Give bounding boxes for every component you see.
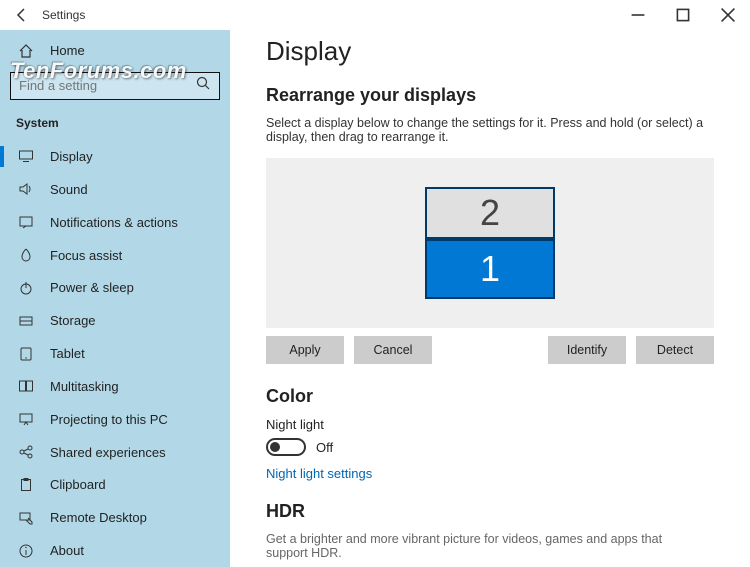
night-light-toggle[interactable] xyxy=(266,438,306,456)
about-icon xyxy=(16,543,36,559)
remote-icon xyxy=(16,510,36,526)
night-light-settings-link[interactable]: Night light settings xyxy=(266,466,714,481)
search-icon xyxy=(195,75,211,96)
rearrange-desc: Select a display below to change the set… xyxy=(266,116,714,144)
sound-icon xyxy=(16,181,36,197)
notifications-icon xyxy=(16,214,36,230)
window-title: Settings xyxy=(42,8,85,22)
nav-power[interactable]: Power & sleep xyxy=(0,271,230,304)
nav-projecting[interactable]: Projecting to this PC xyxy=(0,403,230,436)
hdr-heading: HDR xyxy=(266,501,714,522)
nav-label: Power & sleep xyxy=(50,280,134,295)
home-label: Home xyxy=(50,43,85,58)
nav-label: Sound xyxy=(50,182,88,197)
detect-button[interactable]: Detect xyxy=(636,336,714,364)
identify-button[interactable]: Identify xyxy=(548,336,626,364)
nav-label: Shared experiences xyxy=(50,445,166,460)
home-icon xyxy=(16,43,36,59)
nav-label: Multitasking xyxy=(50,379,119,394)
nav-tablet[interactable]: Tablet xyxy=(0,337,230,370)
nav-focus[interactable]: Focus assist xyxy=(0,239,230,272)
close-button[interactable] xyxy=(705,0,750,30)
cancel-button[interactable]: Cancel xyxy=(354,336,432,364)
nav-label: Notifications & actions xyxy=(50,215,178,230)
nav-display[interactable]: Display xyxy=(0,140,230,173)
clipboard-icon xyxy=(16,477,36,493)
nav-label: Clipboard xyxy=(50,477,106,492)
search-input[interactable] xyxy=(19,78,195,93)
apply-button[interactable]: Apply xyxy=(266,336,344,364)
maximize-button[interactable] xyxy=(660,0,705,30)
nav-label: Display xyxy=(50,149,93,164)
search-box[interactable] xyxy=(10,72,220,100)
nav-label: Tablet xyxy=(50,346,85,361)
multitasking-icon xyxy=(16,378,36,394)
tablet-icon xyxy=(16,346,36,362)
night-light-state: Off xyxy=(316,440,333,455)
power-icon xyxy=(16,280,36,296)
rearrange-heading: Rearrange your displays xyxy=(266,85,714,106)
content-area: Display Rearrange your displays Select a… xyxy=(230,30,750,567)
nav-clipboard[interactable]: Clipboard xyxy=(0,469,230,502)
nav-notifications[interactable]: Notifications & actions xyxy=(0,206,230,239)
nav-remote[interactable]: Remote Desktop xyxy=(0,501,230,534)
nav-label: About xyxy=(50,543,84,558)
storage-icon xyxy=(16,313,36,329)
nav-label: Storage xyxy=(50,313,96,328)
nav-shared[interactable]: Shared experiences xyxy=(0,436,230,469)
nav-multitasking[interactable]: Multitasking xyxy=(0,370,230,403)
sidebar: Home System Display Sound Notifications … xyxy=(0,30,230,567)
nav-label: Remote Desktop xyxy=(50,510,147,525)
category-heading: System xyxy=(0,110,230,140)
hdr-desc: Get a brighter and more vibrant picture … xyxy=(266,532,666,560)
monitor-1[interactable]: 1 xyxy=(425,239,555,299)
projecting-icon xyxy=(16,411,36,427)
home-link[interactable]: Home xyxy=(0,34,230,68)
display-icon xyxy=(16,148,36,164)
nav-storage[interactable]: Storage xyxy=(0,304,230,337)
titlebar: Settings xyxy=(0,0,750,30)
night-light-label: Night light xyxy=(266,417,714,432)
back-button[interactable] xyxy=(10,3,34,27)
display-arrangement-area[interactable]: 2 1 xyxy=(266,158,714,328)
shared-icon xyxy=(16,444,36,460)
focus-icon xyxy=(16,247,36,263)
nav-label: Focus assist xyxy=(50,248,122,263)
color-heading: Color xyxy=(266,386,714,407)
minimize-button[interactable] xyxy=(615,0,660,30)
page-title: Display xyxy=(266,36,714,67)
monitor-2[interactable]: 2 xyxy=(425,187,555,239)
nav-label: Projecting to this PC xyxy=(50,412,168,427)
nav-about[interactable]: About xyxy=(0,534,230,567)
nav-sound[interactable]: Sound xyxy=(0,173,230,206)
